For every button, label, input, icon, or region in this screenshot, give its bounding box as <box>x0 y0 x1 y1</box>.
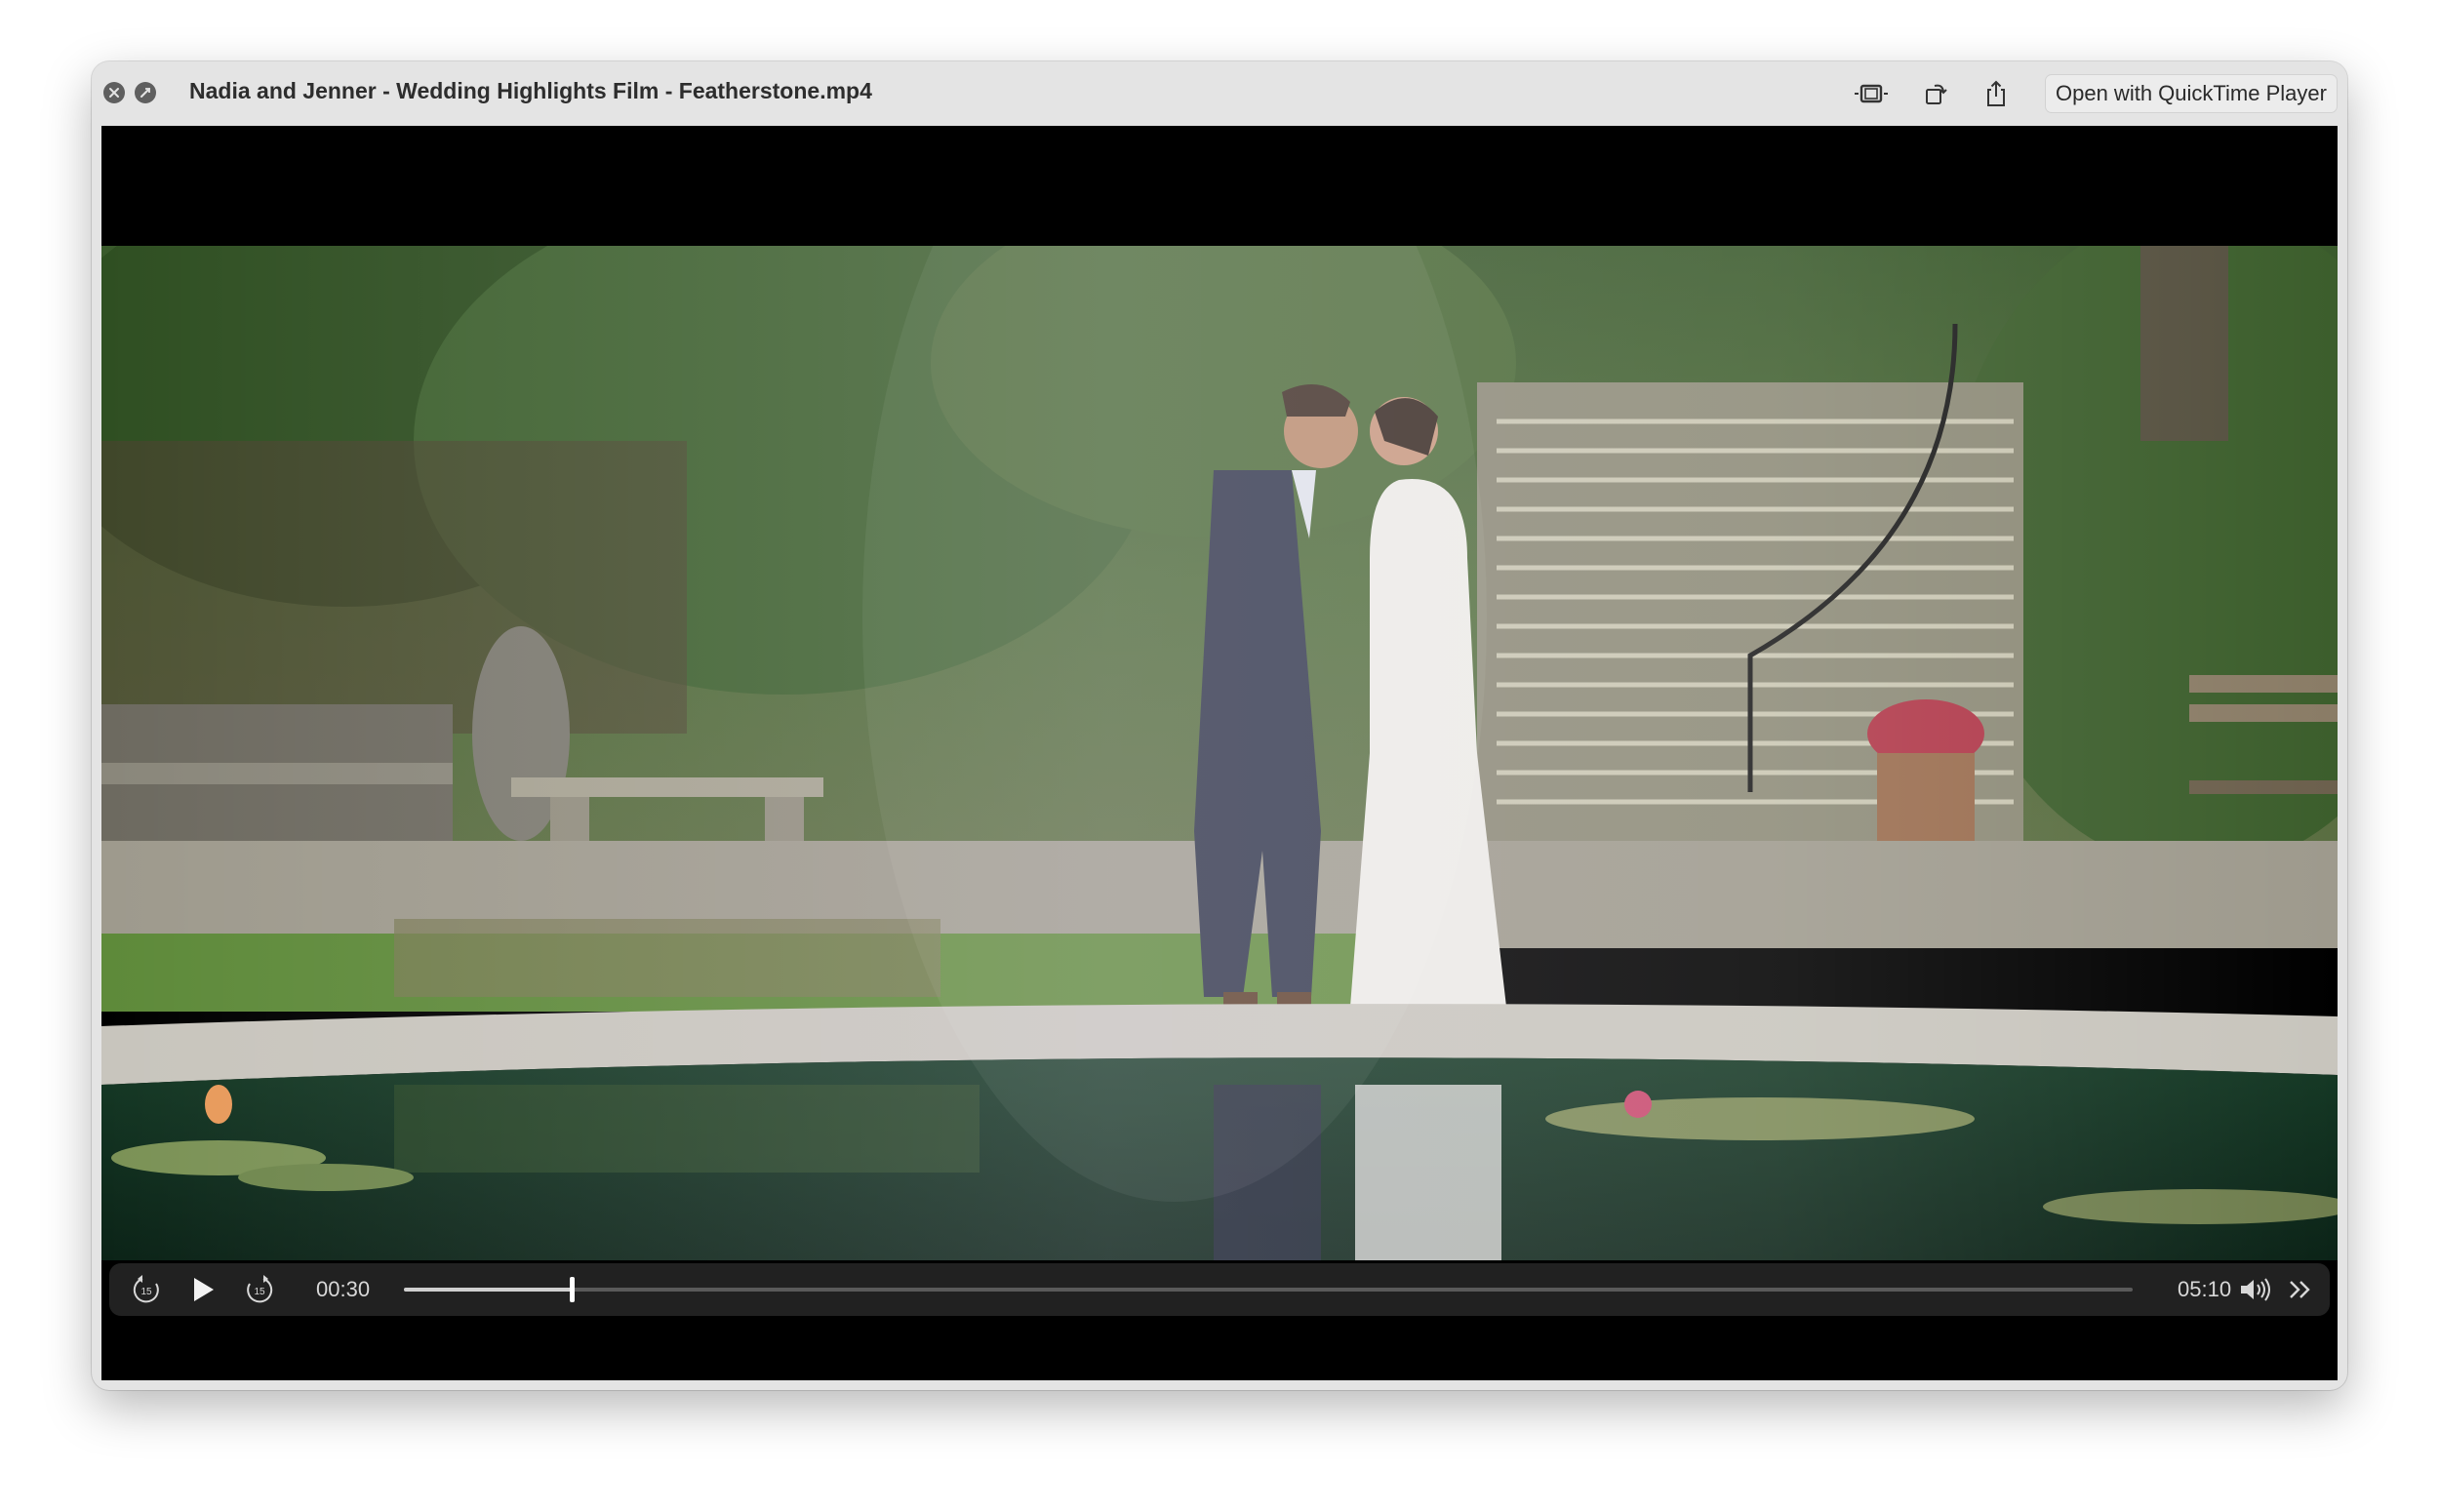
fullscreen-icon <box>140 88 150 98</box>
title-bar: Nadia and Jenner - Wedding Highlights Fi… <box>92 61 2347 126</box>
scrubber-handle[interactable] <box>569 1277 575 1302</box>
skip-back-button[interactable]: 15 <box>127 1270 166 1309</box>
close-button[interactable] <box>103 82 125 103</box>
play-icon <box>194 1278 214 1301</box>
skip-forward-15-icon: 15 <box>247 1275 273 1303</box>
close-icon <box>109 88 119 98</box>
scrubber-track[interactable] <box>404 1277 2133 1302</box>
chevron-double-right-icon <box>2290 1281 2310 1298</box>
more-options-button[interactable] <box>2281 1270 2320 1309</box>
scrubber-progress <box>404 1288 572 1292</box>
skip-forward-seconds: 15 <box>254 1287 265 1297</box>
share-button[interactable] <box>1975 76 2018 111</box>
quick-look-window: Nadia and Jenner - Wedding Highlights Fi… <box>92 61 2347 1390</box>
trim-button[interactable] <box>1850 76 1893 111</box>
total-time: 05:10 <box>2178 1277 2232 1301</box>
rotate-icon <box>1926 84 1947 104</box>
current-time: 00:30 <box>316 1277 371 1301</box>
skip-back-15-icon: 15 <box>133 1275 159 1303</box>
video-player[interactable]: 15 15 00:30 05:10 <box>101 126 2338 1380</box>
open-with-quicktime-button[interactable]: Open with QuickTime Player <box>2045 74 2338 113</box>
fullscreen-button[interactable] <box>135 82 156 103</box>
playback-controls: 15 15 00:30 05:10 <box>109 1263 2330 1316</box>
skip-forward-button[interactable]: 15 <box>240 1270 279 1309</box>
video-frame <box>101 246 2338 1260</box>
trim-icon <box>1855 84 1888 103</box>
share-icon <box>1987 80 2005 106</box>
play-button[interactable] <box>183 1270 222 1309</box>
volume-button[interactable] <box>2236 1270 2275 1309</box>
video-frame-image <box>101 246 2338 1260</box>
rotate-button[interactable] <box>1914 76 1957 111</box>
speaker-icon <box>2241 1278 2270 1301</box>
window-title: Nadia and Jenner - Wedding Highlights Fi… <box>189 78 872 103</box>
skip-back-seconds: 15 <box>140 1287 152 1297</box>
